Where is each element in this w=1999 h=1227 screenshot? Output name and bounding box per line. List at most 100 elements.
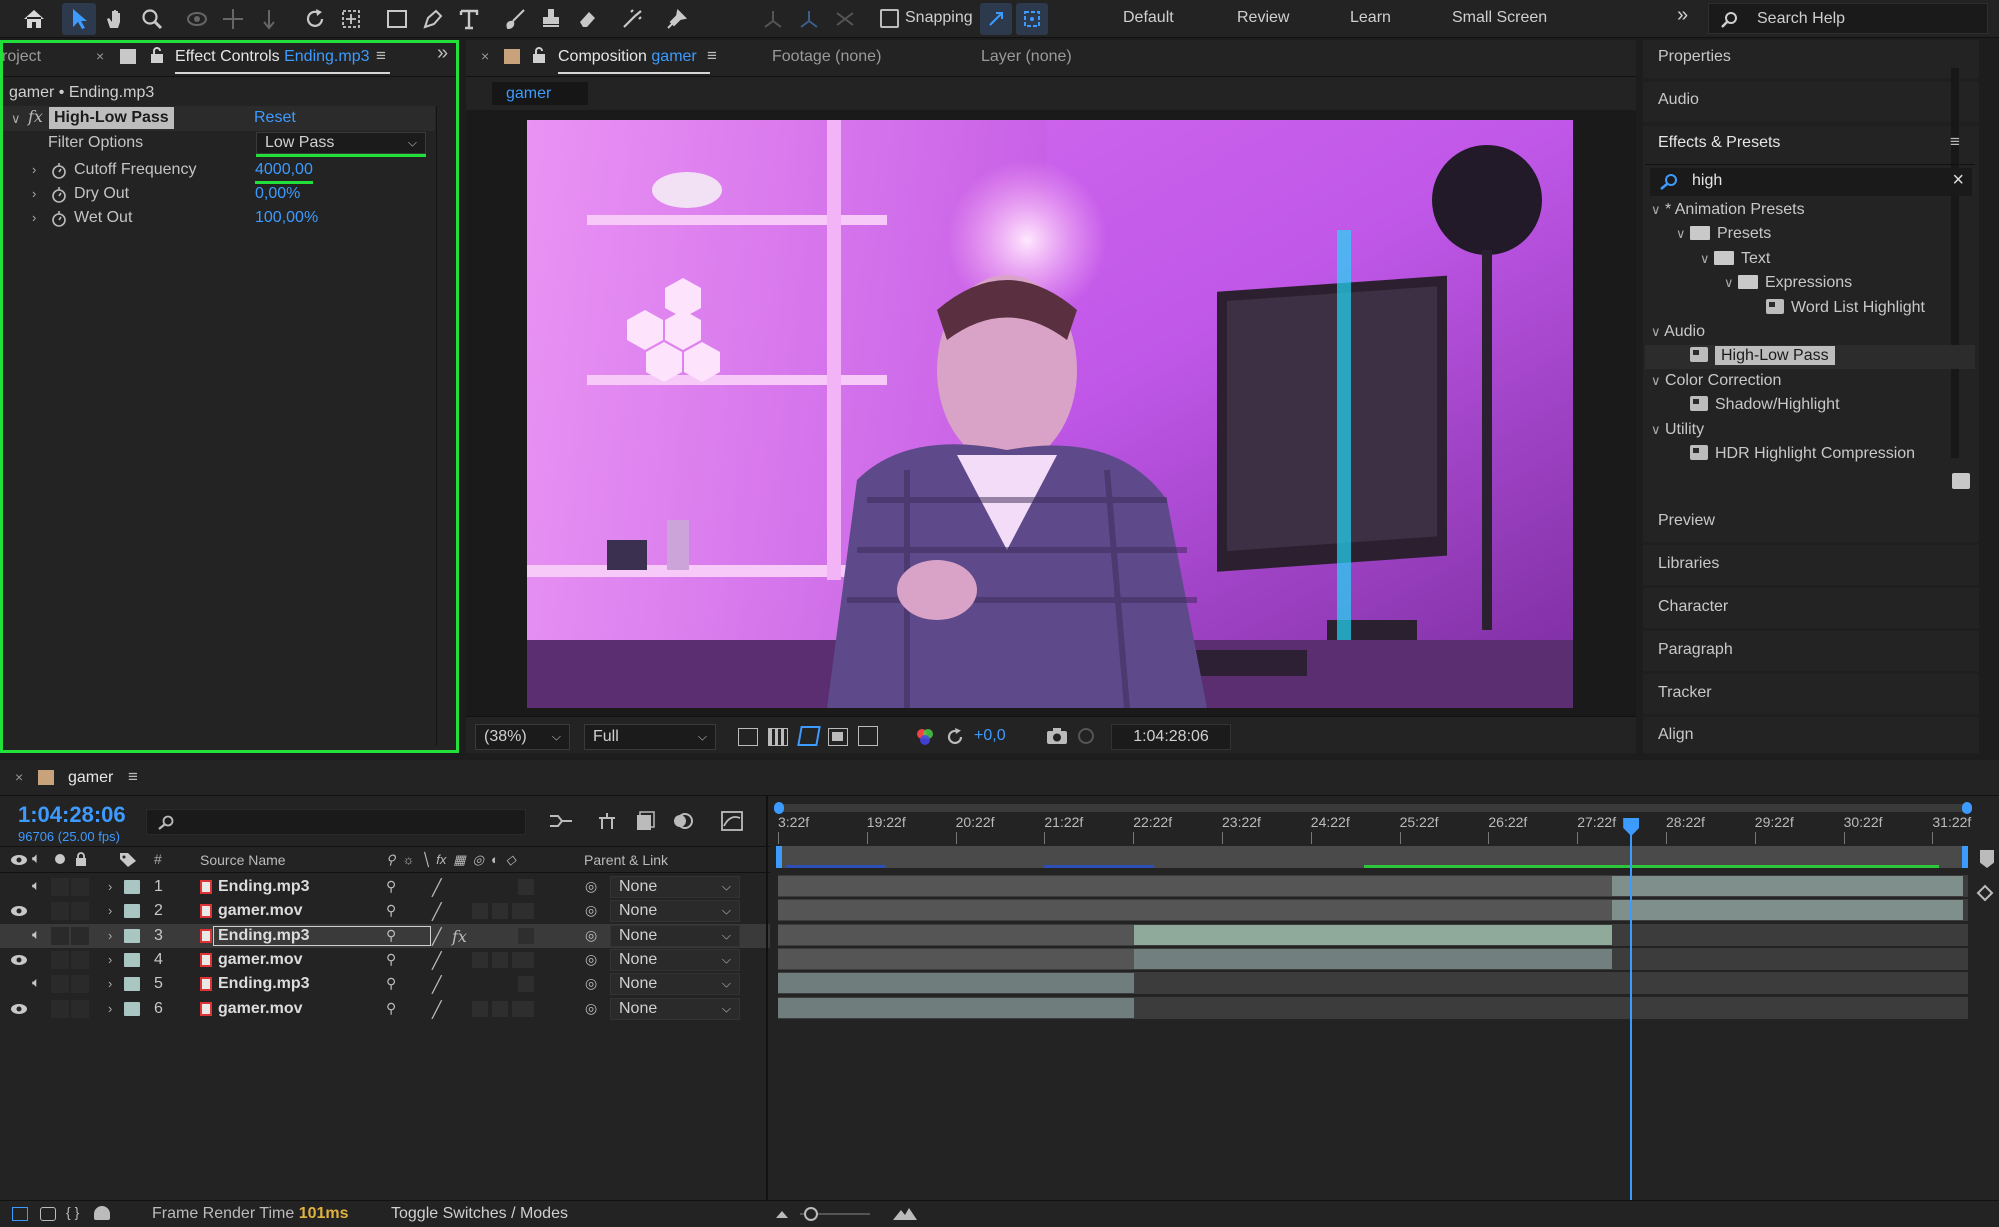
lock-toggle[interactable] bbox=[71, 950, 89, 969]
chevron-down-icon[interactable]: ∨ bbox=[11, 111, 21, 127]
chevron-right-icon[interactable]: › bbox=[108, 928, 112, 943]
panel-properties[interactable]: Properties bbox=[1658, 48, 1731, 66]
layer-switches-icon[interactable] bbox=[12, 1207, 28, 1221]
mask-path-visibility-icon[interactable] bbox=[797, 726, 821, 746]
panel-menu-icon[interactable]: ≡ bbox=[1950, 132, 1960, 152]
navigator-start-handle[interactable] bbox=[774, 802, 784, 814]
pick-whip-icon[interactable]: ◎ bbox=[585, 1000, 597, 1017]
solo-header-icon[interactable] bbox=[55, 854, 65, 864]
tree-category-animation-presets[interactable]: ∨ * Animation Presets bbox=[1651, 201, 1805, 219]
layer-label-color[interactable] bbox=[124, 904, 140, 919]
param-value[interactable]: 4000,00 bbox=[255, 161, 313, 179]
solo-toggle[interactable] bbox=[51, 902, 69, 921]
close-icon[interactable]: × bbox=[481, 48, 489, 64]
show-snapshot-icon[interactable] bbox=[1076, 726, 1096, 746]
tree-folder-presets[interactable]: ∨ Presets bbox=[1676, 225, 1771, 243]
zoom-in-icon[interactable] bbox=[892, 1206, 918, 1222]
layer-row[interactable]: 🔈︎ › 5 Ending.mp3 ⚲ ╱ ◎ None ⌵ bbox=[0, 972, 770, 996]
region-of-interest-icon[interactable] bbox=[828, 728, 848, 746]
comp-button-icon[interactable] bbox=[1975, 882, 1995, 902]
tab-project[interactable]: roject bbox=[2, 48, 41, 66]
layer-duration-bar[interactable] bbox=[778, 973, 1134, 994]
lock-toggle[interactable] bbox=[71, 878, 89, 896]
dolly-camera-icon[interactable] bbox=[252, 3, 286, 35]
home-icon[interactable] bbox=[17, 3, 51, 35]
layer-duration-bar[interactable] bbox=[1612, 876, 1963, 896]
layer-label-color[interactable] bbox=[124, 880, 140, 894]
layer-row[interactable]: › 2 gamer.mov ⚲ ╱ ◎ None ⌵ bbox=[0, 899, 770, 923]
hand-tool-icon[interactable] bbox=[98, 3, 132, 35]
effect-name[interactable]: High-Low Pass bbox=[49, 107, 174, 129]
axis-world-icon[interactable] bbox=[792, 3, 826, 35]
audio-toggle-icon[interactable]: 🔈︎ bbox=[32, 877, 40, 894]
switch-box[interactable] bbox=[518, 976, 534, 993]
pick-whip-icon[interactable]: ◎ bbox=[585, 878, 597, 895]
lock-icon[interactable] bbox=[150, 47, 164, 64]
layer-row[interactable]: › 4 gamer.mov ⚲ ╱ ◎ None ⌵ bbox=[0, 948, 770, 972]
collapse-switch-icon[interactable]: ☼ bbox=[403, 852, 415, 868]
tab-layer[interactable]: Layer (none) bbox=[981, 48, 1072, 66]
motion-blur-icon[interactable] bbox=[672, 810, 694, 832]
stopwatch-icon[interactable] bbox=[51, 162, 67, 179]
chevron-right-icon[interactable]: › bbox=[32, 210, 36, 225]
chevron-right-icon[interactable]: › bbox=[108, 976, 112, 991]
audio-toggle-icon[interactable]: 🔈︎ bbox=[32, 974, 40, 991]
fx-toggle-icon[interactable]: fx bbox=[28, 107, 43, 126]
axis-view-icon[interactable] bbox=[828, 3, 862, 35]
puppet-pin-icon[interactable] bbox=[660, 3, 694, 35]
workspace-overflow-icon[interactable]: » bbox=[1677, 4, 1688, 27]
clear-search-icon[interactable]: × bbox=[1952, 169, 1964, 192]
grid-guides-icon[interactable] bbox=[858, 726, 878, 746]
switch-box[interactable] bbox=[492, 1000, 508, 1017]
audio-toggle-icon[interactable]: 🔈︎ bbox=[32, 926, 40, 943]
snapshot-camera-icon[interactable] bbox=[1046, 727, 1068, 745]
navigator-end-handle[interactable] bbox=[1962, 802, 1972, 814]
viewer-timecode[interactable]: 1:04:28:06 bbox=[1111, 724, 1231, 750]
audio-header-icon[interactable]: 🔈︎ bbox=[32, 850, 41, 867]
parent-dropdown[interactable]: None ⌵ bbox=[610, 924, 740, 947]
toggle-switches-modes[interactable]: Toggle Switches / Modes bbox=[391, 1205, 568, 1223]
snap-to-edges-icon[interactable] bbox=[980, 3, 1012, 35]
switch-box[interactable] bbox=[518, 927, 534, 944]
fx-switch-icon[interactable]: fx bbox=[452, 927, 467, 946]
tree-effect-shadow-highlight[interactable]: Shadow/Highlight bbox=[1690, 396, 1840, 414]
tree-category-audio[interactable]: ∨ Audio bbox=[1651, 323, 1705, 341]
layer-duration-bar[interactable] bbox=[778, 900, 1612, 921]
switch-box[interactable] bbox=[518, 951, 534, 968]
video-toggle-header-icon[interactable] bbox=[10, 854, 28, 866]
layer-name[interactable]: gamer.mov bbox=[218, 902, 302, 920]
chevron-right-icon[interactable]: › bbox=[32, 162, 36, 177]
zoom-dropdown[interactable]: (38%) ⌵ bbox=[475, 724, 570, 750]
panel-menu-icon[interactable]: ≡ bbox=[707, 46, 717, 66]
layer-duration-bar[interactable] bbox=[778, 997, 1134, 1018]
label-tag-icon[interactable] bbox=[119, 852, 137, 868]
switch-box[interactable] bbox=[492, 903, 508, 920]
lock-toggle[interactable] bbox=[71, 999, 89, 1018]
shy-switch-icon[interactable]: ⚲ bbox=[386, 902, 396, 919]
parent-dropdown[interactable]: None ⌵ bbox=[610, 997, 740, 1020]
workspace-default[interactable]: Default bbox=[1123, 9, 1174, 27]
new-bin-icon[interactable] bbox=[1952, 473, 1970, 489]
param-value[interactable]: 0,00% bbox=[255, 185, 300, 203]
switch-box[interactable] bbox=[472, 951, 488, 968]
parent-dropdown[interactable]: None ⌵ bbox=[610, 900, 740, 923]
video-visibility-icon[interactable] bbox=[10, 905, 28, 917]
lock-toggle[interactable] bbox=[71, 975, 89, 994]
layer-duration-bar[interactable] bbox=[778, 924, 1134, 945]
3d-switch-icon[interactable]: ◇ bbox=[506, 852, 516, 868]
stopwatch-icon[interactable] bbox=[51, 210, 67, 227]
panel-overflow-icon[interactable]: » bbox=[437, 42, 448, 65]
tree-category-color-correction[interactable]: ∨ Color Correction bbox=[1651, 372, 1781, 390]
column-source-name[interactable]: Source Name bbox=[200, 852, 286, 868]
param-row-dry-out[interactable]: › Dry Out 0,00% bbox=[0, 182, 459, 206]
panel-effects-presets[interactable]: Effects & Presets bbox=[1658, 134, 1780, 152]
workspace-review[interactable]: Review bbox=[1237, 9, 1289, 27]
time-ruler[interactable]: 3:22f 19:22f 20:22f 21:22f 22:22f 23:22f 24:22… bbox=[778, 814, 1971, 844]
workspace-small-screen[interactable]: Small Screen bbox=[1452, 9, 1547, 27]
close-icon[interactable]: × bbox=[96, 48, 104, 64]
pan-camera-icon[interactable] bbox=[216, 3, 250, 35]
quality-switch-icon[interactable]: ╱ bbox=[432, 951, 442, 971]
tree-category-utility[interactable]: ∨ Utility bbox=[1651, 421, 1704, 439]
pick-whip-icon[interactable]: ◎ bbox=[585, 927, 597, 944]
tree-folder-text[interactable]: ∨ Text bbox=[1700, 250, 1770, 268]
